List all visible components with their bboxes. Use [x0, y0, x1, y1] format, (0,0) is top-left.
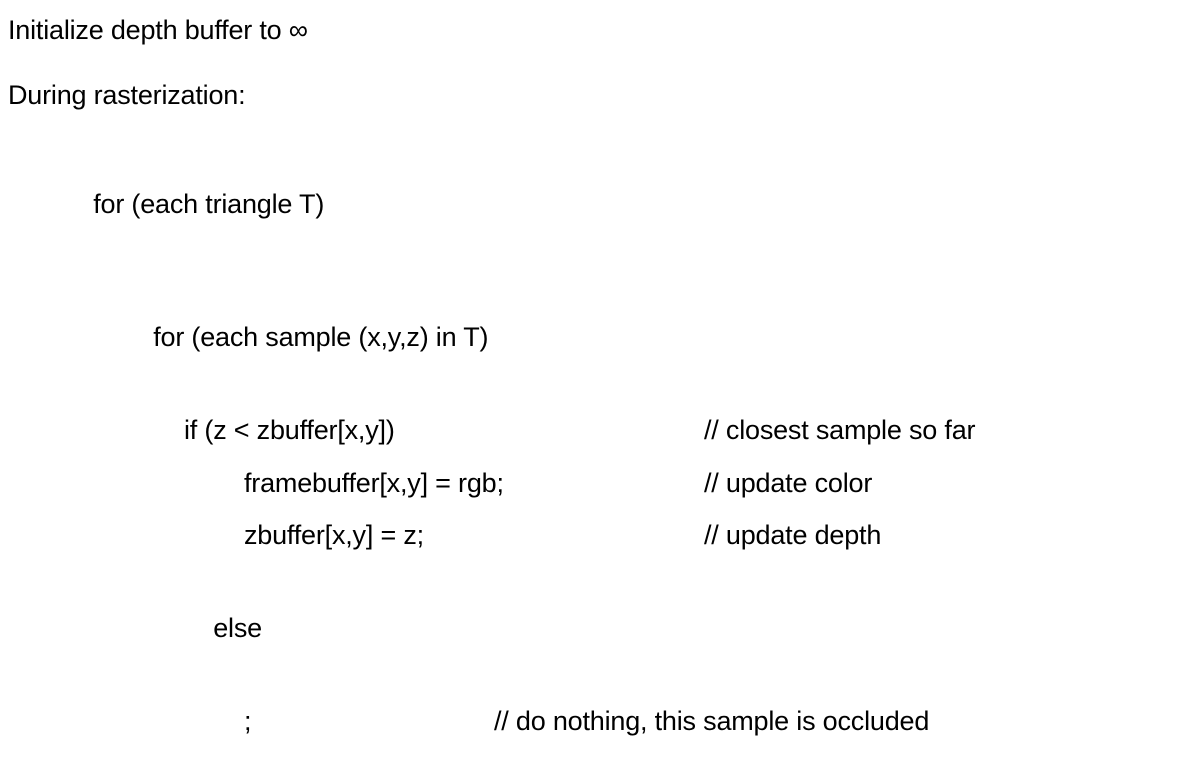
code-line: for (each triangle T) [64, 143, 1183, 265]
code-text: framebuffer[x,y] = rgb; [244, 463, 704, 504]
code-text: for (each sample (x,y,z) in T) [153, 322, 488, 352]
code-text: ; [244, 701, 494, 742]
code-text: for (each triangle T) [93, 189, 324, 219]
code-comment: // update depth [704, 515, 881, 556]
intro-line-2: During rasterization: [8, 75, 1183, 116]
code-line: framebuffer[x,y] = rgb; // update color [64, 463, 1183, 504]
code-comment: // update color [704, 463, 872, 504]
pseudocode-block: for (each triangle T) for (each sample (… [64, 143, 1183, 742]
code-text: else [213, 613, 262, 643]
intro-line-1: Initialize depth buffer to ∞ [8, 10, 1183, 51]
code-line: ; // do nothing, this sample is occluded [64, 701, 1183, 742]
code-comment: // closest sample so far [704, 410, 975, 451]
code-line: zbuffer[x,y] = z; // update depth [64, 515, 1183, 556]
code-text: if (z < zbuffer[x,y]) [184, 410, 704, 451]
code-line: if (z < zbuffer[x,y]) // closest sample … [64, 410, 1183, 451]
intro-text: Initialize depth buffer to ∞ During rast… [8, 10, 1183, 115]
code-comment: // do nothing, this sample is occluded [494, 701, 929, 742]
code-line: for (each sample (x,y,z) in T) [64, 277, 1183, 399]
code-line: else [64, 568, 1183, 690]
code-text: zbuffer[x,y] = z; [244, 515, 704, 556]
